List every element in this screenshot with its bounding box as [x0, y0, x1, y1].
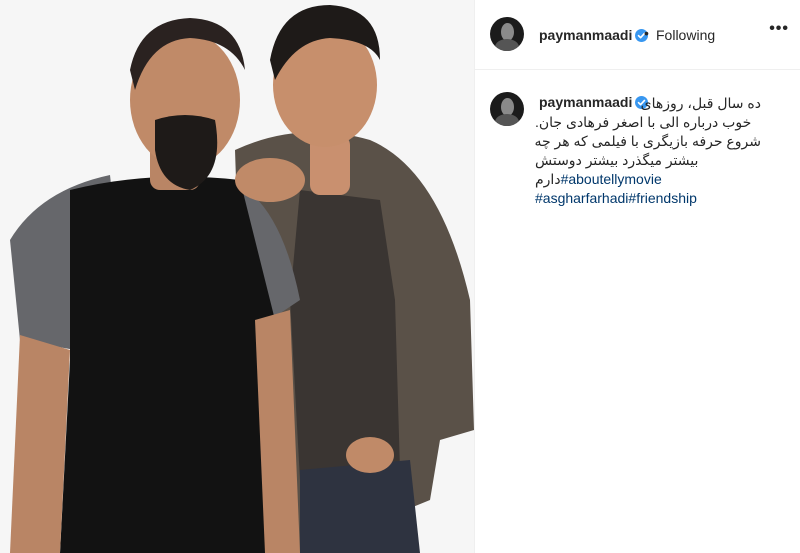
- author-username-text[interactable]: paymanmaadi: [539, 27, 632, 43]
- caption-line: #aboutellymovieدارم: [535, 170, 761, 189]
- hashtag-link[interactable]: #asgharfarhadi: [535, 190, 628, 206]
- caption-line: شروع حرفه بازیگری با فیلمی که هر چه: [534, 133, 761, 149]
- hashtag-link[interactable]: #friendship: [628, 190, 697, 206]
- more-options-icon[interactable]: •••: [769, 20, 789, 38]
- post-photo-illustration: [0, 0, 474, 553]
- caption-line: خوب درباره الی با اصغر فرهادی جان.: [535, 114, 752, 130]
- post-photo[interactable]: [0, 0, 474, 553]
- header-separator: •: [644, 25, 649, 41]
- caption-text: ده سال قبل، روزهای خوب درباره الی با اصغ…: [534, 94, 761, 208]
- caption-line: #asgharfarhadi#friendship: [535, 189, 761, 208]
- post-sidebar: paymanmaadi • Following ••• paymanmaadi …: [474, 0, 800, 553]
- post-header: paymanmaadi • Following •••: [475, 0, 800, 70]
- caption-line: ده سال قبل، روزهای: [640, 95, 761, 111]
- avatar-shoulders: [495, 114, 519, 126]
- author-username[interactable]: paymanmaadi: [539, 27, 649, 43]
- following-button[interactable]: Following: [656, 27, 715, 43]
- hashtag-link[interactable]: #aboutellymovie: [561, 171, 662, 187]
- avatar-shoulders: [495, 39, 519, 51]
- caption-line: بیشتر میگذرد بیشتر دوستش: [535, 152, 699, 168]
- caption-word: دارم: [535, 171, 561, 187]
- author-avatar[interactable]: [490, 17, 524, 51]
- caption-author-avatar[interactable]: [490, 92, 524, 126]
